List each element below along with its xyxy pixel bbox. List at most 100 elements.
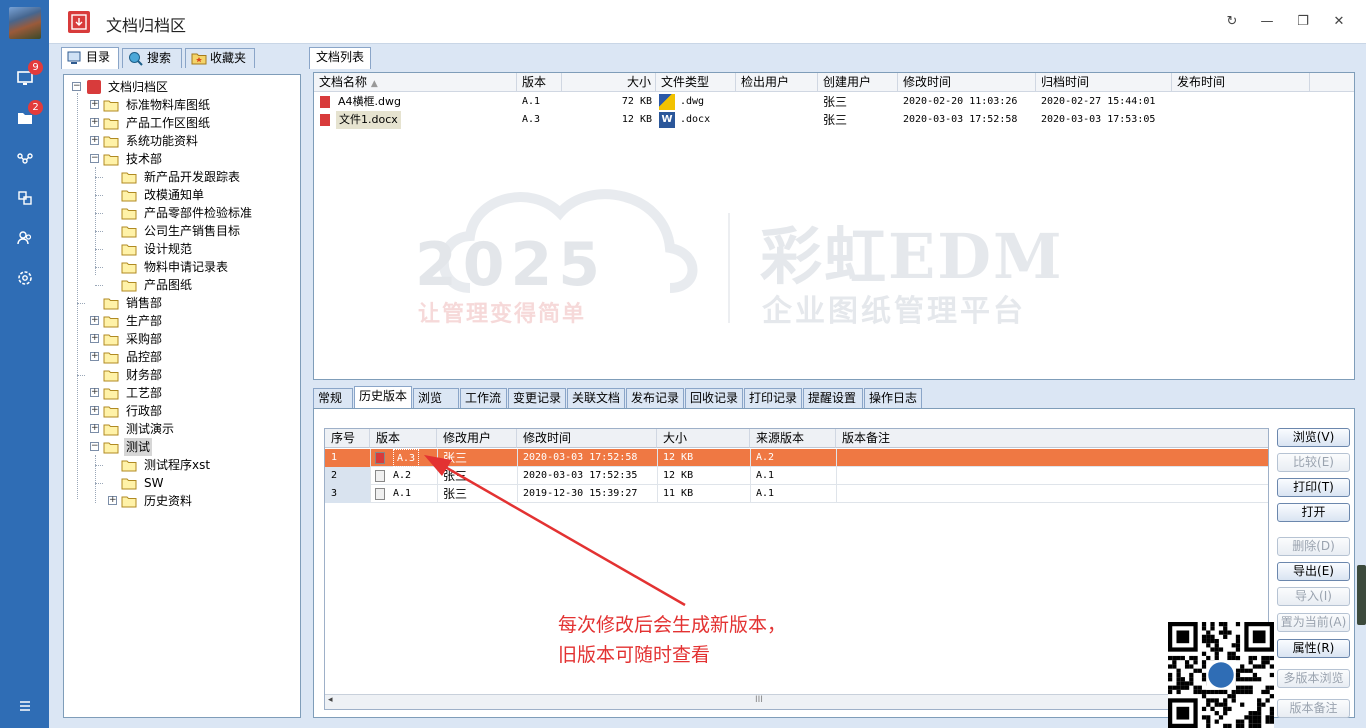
minimize-button[interactable]: — [1256, 11, 1278, 33]
tab-detail-6[interactable]: 发布记录 [626, 388, 684, 408]
tab-detail-2[interactable]: 浏览 [413, 388, 459, 408]
action-button-0[interactable]: 浏览(V) [1277, 428, 1350, 447]
refresh-button[interactable]: ↻ [1221, 11, 1243, 33]
history-row[interactable]: 1 A.3 张三 2020-03-03 17:52:58 12 KB A.2 [325, 449, 1268, 467]
scroll-left-icon[interactable]: ◂ [328, 695, 333, 705]
scroll-thumb[interactable]: III [755, 695, 763, 705]
hist-col-user[interactable]: 修改用户 [437, 429, 517, 448]
rail-workflow[interactable] [0, 138, 49, 178]
hist-col-time[interactable]: 修改时间 [517, 429, 657, 448]
title-bar: 文档归档区 ↻ — ❐ ✕ [49, 0, 1366, 44]
action-button-2[interactable]: 打印(T) [1277, 478, 1350, 497]
expand-toggle[interactable]: + [90, 424, 99, 433]
rail-files[interactable]: 2 [0, 98, 49, 138]
action-button-10[interactable]: 版本备注 [1277, 699, 1350, 718]
action-button-1[interactable]: 比较(E) [1277, 453, 1350, 472]
rail-monitor[interactable]: 9 [0, 58, 49, 98]
tab-favorites[interactable]: 收藏夹 [185, 48, 255, 68]
horizontal-scrollbar[interactable]: ◂ III [325, 694, 1268, 709]
tab-detail-3[interactable]: 工作流 [460, 388, 507, 408]
history-grid: 序号 版本 修改用户 修改时间 大小 来源版本 版本备注 1 A.3 张三 2020-… [324, 428, 1269, 710]
folder-icon [103, 315, 119, 328]
rail-settings[interactable] [0, 258, 49, 298]
action-button-3[interactable]: 打开 [1277, 503, 1350, 522]
app-title: 文档归档区 [106, 16, 187, 35]
close-button[interactable]: ✕ [1328, 11, 1350, 33]
sort-asc-icon: ▲ [370, 79, 378, 89]
close-icon: ✕ [1333, 14, 1345, 29]
col-header-checkout[interactable]: 检出用户 [736, 73, 818, 92]
favorites-folder-icon [191, 53, 207, 65]
folder-icon [103, 135, 119, 148]
tab-catalog[interactable]: 目录 [61, 47, 119, 69]
collapse-toggle[interactable]: − [72, 82, 81, 91]
tab-detail-9[interactable]: 提醒设置 [803, 388, 863, 408]
tab-detail-1[interactable]: 历史版本 [354, 386, 412, 408]
col-header-name[interactable]: 文档名称 ▲ [314, 73, 517, 92]
folder-icon [103, 387, 119, 400]
col-header-modified[interactable]: 修改时间 [898, 73, 1036, 92]
action-button-9[interactable]: 多版本浏览 [1277, 669, 1350, 688]
expand-toggle[interactable]: + [108, 496, 117, 505]
folder-icon [121, 495, 137, 508]
action-button-6[interactable]: 导入(I) [1277, 587, 1350, 606]
restore-button[interactable]: ❐ [1292, 11, 1314, 33]
expand-toggle[interactable]: − [90, 442, 99, 451]
qr-code [1168, 622, 1274, 728]
document-row[interactable]: 文件1.docx A.3 12 KB W .docx 张三 2020-03-03… [314, 111, 1354, 129]
folder-icon [103, 405, 119, 418]
side-scroll-indicator [1357, 565, 1366, 625]
col-header-type[interactable]: 文件类型 [656, 73, 736, 92]
action-button-7[interactable]: 置为当前(A) [1277, 613, 1350, 632]
expand-toggle[interactable]: + [90, 352, 99, 361]
rail-users[interactable] [0, 218, 49, 258]
document-row[interactable]: A4横框.dwg A.1 72 KB .dwg 张三 2020-02-20 11… [314, 93, 1354, 111]
history-row[interactable]: 3 A.1 张三 2019-12-30 15:39:27 11 KB A.1 [325, 485, 1268, 503]
expand-toggle[interactable]: + [90, 136, 99, 145]
expand-toggle[interactable]: + [90, 334, 99, 343]
col-header-size[interactable]: 大小 [562, 73, 656, 92]
expand-toggle[interactable]: − [90, 154, 99, 163]
expand-toggle[interactable]: + [90, 388, 99, 397]
history-row[interactable]: 2 A.2 张三 2020-03-03 17:52:35 12 KB A.1 [325, 467, 1268, 485]
action-button-5[interactable]: 导出(E) [1277, 562, 1350, 581]
folder-icon [121, 243, 137, 256]
action-button-4[interactable]: 删除(D) [1277, 537, 1350, 556]
tab-detail-4[interactable]: 变更记录 [508, 388, 566, 408]
folder-icon [103, 369, 119, 382]
tab-detail-10[interactable]: 操作日志 [864, 388, 922, 408]
folder-icon [103, 351, 119, 364]
tab-detail-0[interactable]: 常规 [313, 388, 353, 408]
folder-icon [121, 279, 137, 292]
expand-toggle[interactable]: + [90, 316, 99, 325]
tab-detail-8[interactable]: 打印记录 [744, 388, 802, 408]
files-badge: 2 [28, 100, 43, 115]
rail-sync[interactable] [0, 178, 49, 218]
left-rail: 9 2 [0, 0, 49, 728]
hist-col-size[interactable]: 大小 [657, 429, 750, 448]
users-icon [16, 231, 31, 245]
folder-icon [103, 297, 119, 310]
user-avatar[interactable] [9, 7, 41, 39]
document-list: 文档名称 ▲ 版本 大小 文件类型 检出用户 创建用户 修改时间 归档时间 发布… [313, 72, 1355, 380]
expand-toggle[interactable]: + [90, 100, 99, 109]
tab-detail-5[interactable]: 关联文档 [567, 388, 625, 408]
expand-toggle[interactable]: + [90, 406, 99, 415]
action-button-8[interactable]: 属性(R) [1277, 639, 1350, 658]
col-header-published[interactable]: 发布时间 [1172, 73, 1310, 92]
col-header-version[interactable]: 版本 [517, 73, 562, 92]
hist-col-note[interactable]: 版本备注 [836, 429, 1268, 448]
folder-icon [121, 261, 137, 274]
rail-menu[interactable] [0, 686, 49, 726]
tab-search[interactable]: 搜索 [122, 48, 182, 68]
hist-col-version[interactable]: 版本 [370, 429, 437, 448]
folder-icon [121, 225, 137, 238]
tab-detail-7[interactable]: 回收记录 [685, 388, 743, 408]
folder-icon [121, 171, 137, 184]
col-header-archived[interactable]: 归档时间 [1036, 73, 1172, 92]
hist-col-source[interactable]: 来源版本 [750, 429, 836, 448]
tab-document-list[interactable]: 文档列表 [309, 47, 371, 69]
expand-toggle[interactable]: + [90, 118, 99, 127]
col-header-creator[interactable]: 创建用户 [818, 73, 898, 92]
hist-col-idx[interactable]: 序号 [325, 429, 370, 448]
